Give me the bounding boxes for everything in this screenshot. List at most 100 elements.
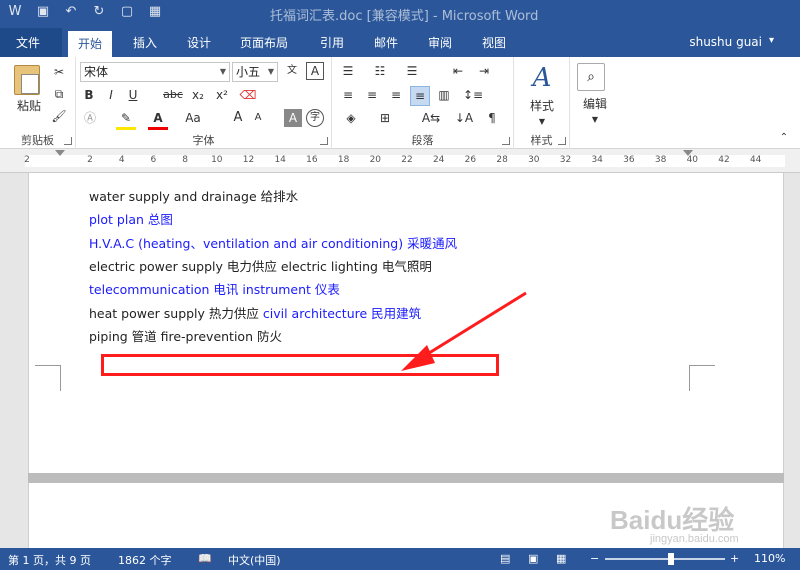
chevron-down-icon[interactable]: ▾ xyxy=(769,35,774,46)
tab-references[interactable]: 引用 xyxy=(320,34,344,51)
status-zoom[interactable]: 110% xyxy=(754,552,785,565)
chevron-down-icon[interactable]: ▼ xyxy=(522,113,562,131)
copy-icon[interactable]: ⧉ xyxy=(50,85,68,103)
chevron-down-icon[interactable]: ▼ xyxy=(574,111,616,129)
font-launcher-icon[interactable] xyxy=(320,137,328,145)
document-line[interactable]: piping 管道 fire-prevention 防火 xyxy=(89,329,282,345)
paste-button[interactable]: 粘贴 xyxy=(14,97,44,115)
zoom-slider-knob[interactable] xyxy=(668,553,674,565)
document-line[interactable]: plot plan 总图 xyxy=(89,212,173,228)
tab-insert[interactable]: 插入 xyxy=(133,34,157,51)
char-shading-icon[interactable]: A xyxy=(284,109,302,127)
format-painter-icon[interactable]: 🖌 xyxy=(50,107,68,125)
show-marks-icon[interactable]: ¶ xyxy=(482,109,502,127)
clear-format-icon[interactable]: ⌫ xyxy=(238,86,258,104)
line-spacing-icon[interactable]: ↕≡ xyxy=(460,86,486,104)
redo-icon[interactable]: ↻ xyxy=(90,4,108,19)
align-right-icon[interactable]: ≡ xyxy=(386,86,406,104)
phonetic-guide-icon[interactable]: 文 xyxy=(282,62,302,80)
highlight-icon[interactable]: ✎ xyxy=(116,109,136,130)
web-layout-icon[interactable]: ▦ xyxy=(556,552,566,565)
justify-icon[interactable]: ≡ xyxy=(410,86,430,106)
print-layout-icon[interactable]: ▣ xyxy=(528,552,538,565)
shading-icon[interactable]: ◈ xyxy=(338,109,364,127)
tab-layout[interactable]: 页面布局 xyxy=(240,34,288,51)
paste-icon[interactable] xyxy=(14,65,40,95)
styles-icon[interactable]: A xyxy=(528,63,556,93)
right-indent-marker[interactable] xyxy=(683,150,693,156)
zoom-slider[interactable] xyxy=(605,558,725,560)
font-name-combo[interactable]: 宋体 ▼ xyxy=(80,62,230,82)
font-color-icon[interactable]: A xyxy=(148,109,168,130)
clipboard-launcher-icon[interactable] xyxy=(64,137,72,145)
status-language[interactable]: 中文(中国) xyxy=(228,552,281,568)
align-center-icon[interactable]: ≡ xyxy=(362,86,382,104)
char-border-icon[interactable]: A xyxy=(306,62,324,80)
chinese-layout-icon[interactable]: A⇆ xyxy=(418,109,444,127)
ruler-tick: 22 xyxy=(401,155,413,165)
font-size-combo[interactable]: 小五 ▼ xyxy=(232,62,278,82)
shrink-font-button[interactable]: A xyxy=(250,109,266,127)
strikethrough-button[interactable]: abc xyxy=(160,86,186,104)
document-line[interactable]: electric power supply 电力供应 electric ligh… xyxy=(89,259,432,275)
read-mode-icon[interactable]: ▤ xyxy=(500,552,510,565)
numbering-icon[interactable]: ☷ xyxy=(370,62,390,80)
tab-home[interactable]: 开始 xyxy=(68,31,113,57)
tab-review[interactable]: 审阅 xyxy=(428,34,452,51)
text-run: plot plan 总图 xyxy=(89,212,173,228)
decrease-indent-icon[interactable]: ⇤ xyxy=(448,62,468,80)
group-label-paragraph: 段落 xyxy=(411,134,434,147)
status-page[interactable]: 第 1 页，共 9 页 xyxy=(8,552,91,568)
subscript-button[interactable]: x₂ xyxy=(188,86,208,104)
text-effects-icon[interactable]: Ⓐ xyxy=(80,109,100,127)
proofing-icon[interactable]: 📖 xyxy=(198,552,212,565)
distributed-icon[interactable]: ▥ xyxy=(434,86,454,104)
undo-icon[interactable]: ↶ xyxy=(62,4,80,19)
underline-button[interactable]: U xyxy=(124,86,142,104)
sort-icon[interactable]: ↓A xyxy=(454,109,474,127)
tab-view[interactable]: 视图 xyxy=(482,34,506,51)
document-page[interactable]: water supply and drainage 给排水 plot plan 总… xyxy=(28,173,784,473)
window-title: 托福词汇表.doc [兼容模式] - Microsoft Word xyxy=(270,9,539,24)
print-preview-icon[interactable]: ▦ xyxy=(146,4,164,19)
ribbon-tabs: 文件 开始 插入 设计 页面布局 引用 邮件 审阅 视图 shushu guai… xyxy=(0,28,800,57)
multilevel-list-icon[interactable]: ☰ xyxy=(402,62,422,80)
chevron-down-icon: ▼ xyxy=(267,67,274,76)
first-line-indent-marker[interactable] xyxy=(55,150,65,156)
change-case-button[interactable]: Aa xyxy=(180,109,206,127)
enclose-char-icon[interactable]: 字 xyxy=(306,109,324,127)
document-line[interactable]: telecommunication 电讯 instrument 仪表 xyxy=(89,282,340,298)
new-doc-icon[interactable]: ▢ xyxy=(118,4,136,19)
increase-indent-icon[interactable]: ⇥ xyxy=(474,62,494,80)
horizontal-ruler[interactable]: 2 2 4 6 8 10 12 14 16 18 20 22 24 26 28 30 32 34 36 38 40 42 4… xyxy=(0,149,800,173)
collapse-ribbon-icon[interactable]: ⌃ xyxy=(776,129,792,147)
document-line[interactable]: H.V.A.C (heating、ventilation and air con… xyxy=(89,236,457,252)
status-word-count[interactable]: 1862 个字 xyxy=(118,552,172,568)
font-name-value: 宋体 xyxy=(84,65,109,79)
grow-font-button[interactable]: A xyxy=(230,109,246,127)
document-line[interactable]: water supply and drainage 给排水 xyxy=(89,189,298,205)
save-icon[interactable]: ▣ xyxy=(34,4,52,19)
word-app-icon[interactable]: W xyxy=(6,4,24,19)
document-line[interactable]: heat power supply 热力供应 civil architectur… xyxy=(89,306,421,322)
superscript-button[interactable]: x² xyxy=(212,86,232,104)
cut-icon[interactable]: ✂ xyxy=(50,63,68,81)
align-left-icon[interactable]: ≡ xyxy=(338,86,358,104)
bullets-icon[interactable]: ☰ xyxy=(338,62,358,80)
document-workspace[interactable]: water supply and drainage 给排水 plot plan 总… xyxy=(0,173,800,548)
tab-design[interactable]: 设计 xyxy=(187,34,211,51)
user-account[interactable]: shushu guai xyxy=(689,35,762,49)
styles-launcher-icon[interactable] xyxy=(558,137,566,145)
tab-mailings[interactable]: 邮件 xyxy=(374,34,398,51)
italic-button[interactable]: I xyxy=(102,86,120,104)
zoom-in-icon[interactable]: + xyxy=(730,552,739,565)
bold-button[interactable]: B xyxy=(80,86,98,104)
paragraph-launcher-icon[interactable] xyxy=(502,137,510,145)
status-bar: 第 1 页，共 9 页 1862 个字 📖 中文(中国) ▤ ▣ ▦ − + 1… xyxy=(0,548,800,570)
ruler-tick: 32 xyxy=(559,155,572,165)
find-binoculars-icon[interactable]: ⌕ xyxy=(577,63,605,91)
borders-icon[interactable]: ⊞ xyxy=(372,109,398,127)
text-run: electric power supply 电力供应 electric ligh… xyxy=(89,258,432,274)
zoom-out-icon[interactable]: − xyxy=(590,552,599,565)
tab-file[interactable]: 文件 xyxy=(0,28,62,57)
